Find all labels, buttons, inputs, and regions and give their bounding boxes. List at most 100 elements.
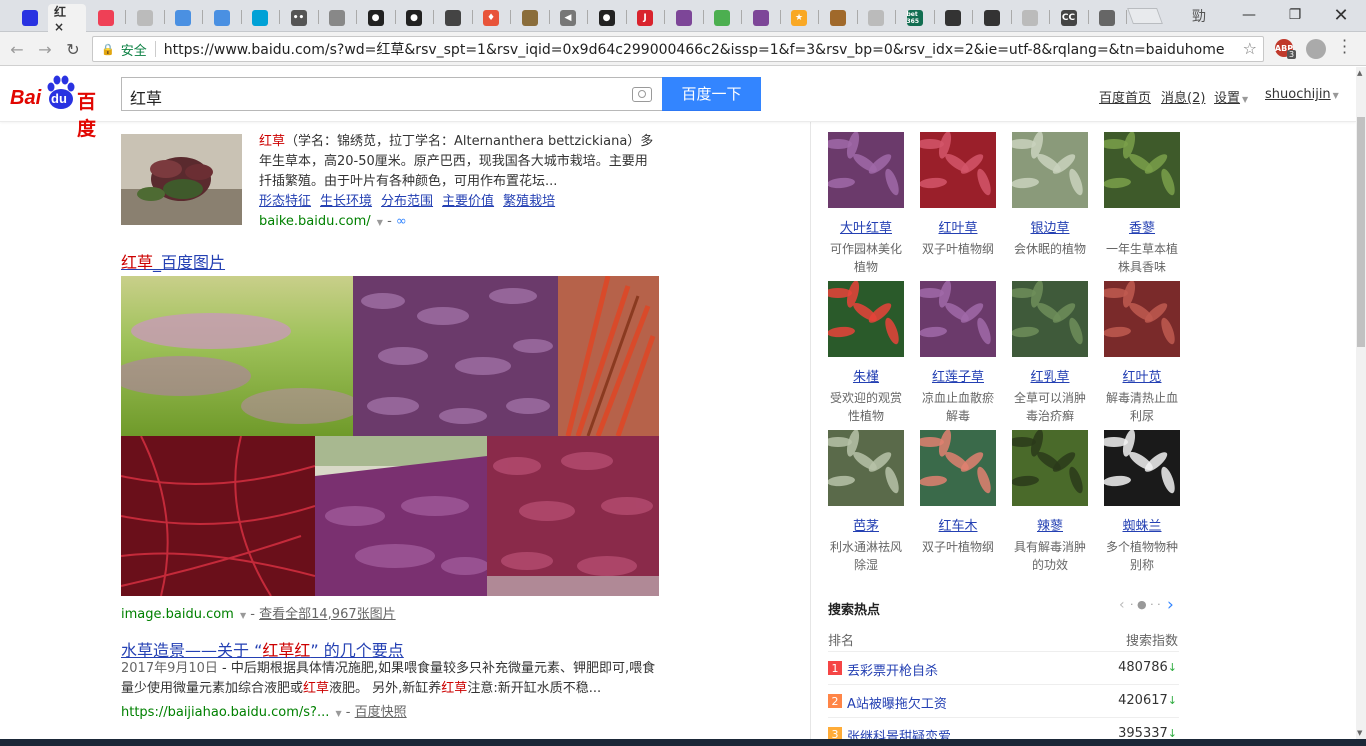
plant-name[interactable]: 红车木 xyxy=(920,515,996,534)
cache-link[interactable]: 百度快照 xyxy=(355,705,407,720)
related-plant-card[interactable]: 大叶红草 可作园林美化植物 xyxy=(824,131,904,276)
plant-image[interactable] xyxy=(1100,280,1180,357)
browser-tab[interactable] xyxy=(202,4,242,32)
result-image[interactable] xyxy=(353,276,558,436)
browser-tab[interactable] xyxy=(741,4,781,32)
baike-sublink[interactable]: 分布范围 xyxy=(381,194,433,209)
settings-link[interactable]: 设置 ▼ xyxy=(1214,87,1248,106)
browser-menu-icon[interactable]: · · · xyxy=(1342,33,1347,61)
hot-search-link[interactable]: A站被曝拖欠工资 xyxy=(847,693,947,712)
hot-search-row[interactable]: 3 张继科景甜疑恋爱 395337↓ xyxy=(828,717,1179,739)
browser-tab[interactable]: ◀ xyxy=(548,4,588,32)
related-plant-card[interactable]: 红车木 双子叶植物纲 xyxy=(916,429,996,556)
search-button[interactable]: 百度一下 xyxy=(662,77,761,111)
browser-tab[interactable]: CC xyxy=(1049,4,1089,32)
plant-name[interactable]: 红莲子草 xyxy=(920,366,996,385)
plant-name[interactable]: 大叶红草 xyxy=(828,217,904,236)
plant-name[interactable]: 辣蓼 xyxy=(1012,515,1088,534)
profile-button[interactable]: 勁 xyxy=(1192,6,1206,26)
page-scrollbar[interactable]: ▲ ▼ xyxy=(1356,67,1366,739)
back-button[interactable]: ← xyxy=(6,38,28,60)
browser-tab[interactable] xyxy=(433,4,473,32)
browser-tab[interactable] xyxy=(933,4,973,32)
plant-image[interactable] xyxy=(1100,131,1180,208)
browser-tab[interactable] xyxy=(125,4,165,32)
browser-tab[interactable]: ● xyxy=(356,4,396,32)
plant-image[interactable] xyxy=(916,429,996,506)
browser-tab[interactable] xyxy=(510,4,550,32)
plant-name[interactable]: 蜘蛛兰 xyxy=(1104,515,1180,534)
browser-tab[interactable]: ● xyxy=(394,4,434,32)
browser-tab[interactable] xyxy=(10,4,50,32)
result-image[interactable] xyxy=(315,436,487,596)
address-bar[interactable]: 🔒 安全 https://www.baidu.com/s?wd=红草&rsv_s… xyxy=(92,36,1264,62)
next-icon[interactable]: › xyxy=(1167,595,1174,615)
close-window-button[interactable]: ✕ xyxy=(1318,0,1364,30)
result-image[interactable] xyxy=(121,436,315,596)
related-plant-card[interactable]: 红叶草 双子叶植物纲 xyxy=(916,131,996,258)
browser-tab[interactable] xyxy=(240,4,280,32)
browser-tab[interactable] xyxy=(856,4,896,32)
plant-name[interactable]: 芭茅 xyxy=(828,515,904,534)
browser-tab[interactable] xyxy=(1087,4,1127,32)
baidu-logo[interactable]: Bai du 百度 xyxy=(10,75,114,140)
browser-tab[interactable]: J xyxy=(625,4,665,32)
search-input[interactable]: 红草 xyxy=(121,77,662,111)
baidu-home-link[interactable]: 百度首页 xyxy=(1099,87,1151,106)
hot-search-link[interactable]: 张继科景甜疑恋爱 xyxy=(847,726,951,739)
plant-image[interactable] xyxy=(916,280,996,357)
browser-tab[interactable] xyxy=(972,4,1012,32)
related-plant-card[interactable]: 红莲子草 凉血止血散瘀解毒 xyxy=(916,280,996,425)
browser-tab[interactable] xyxy=(163,4,203,32)
baike-url[interactable]: baike.baidu.com/ ▼ - ∞ xyxy=(259,214,407,229)
result-image[interactable] xyxy=(121,276,353,436)
url-dropdown-icon[interactable]: ▼ xyxy=(377,218,383,227)
view-all-images-link[interactable]: 查看全部14,967张图片 xyxy=(259,607,396,622)
browser-tab[interactable] xyxy=(86,4,126,32)
minimize-button[interactable]: — xyxy=(1226,0,1272,30)
result-image[interactable] xyxy=(487,436,659,596)
related-plant-card[interactable]: 红叶苋 解毒清热止血利尿 xyxy=(1100,280,1180,425)
baike-sublink[interactable]: 繁殖栽培 xyxy=(503,194,555,209)
prev-icon[interactable]: ‹ xyxy=(1119,597,1125,613)
related-plant-card[interactable]: 红乳草 全草可以消肿毒治疥癣 xyxy=(1008,280,1088,425)
plant-name[interactable]: 红叶苋 xyxy=(1104,366,1180,385)
messages-link[interactable]: 消息(2) xyxy=(1161,87,1205,106)
plant-image[interactable] xyxy=(1008,280,1088,357)
related-plant-card[interactable]: 蜘蛛兰 多个植物物种别称 xyxy=(1100,429,1180,574)
browser-tab[interactable] xyxy=(818,4,858,32)
article-result-title[interactable]: 水草造景——关于 “红草红” 的几个要点 xyxy=(121,637,404,661)
scroll-down-icon[interactable]: ▼ xyxy=(1357,729,1362,737)
plant-image[interactable] xyxy=(824,280,904,357)
plant-name[interactable]: 银边草 xyxy=(1012,217,1088,236)
plant-image[interactable] xyxy=(1100,429,1180,506)
extension-icon[interactable] xyxy=(1306,39,1326,59)
browser-tab[interactable] xyxy=(664,4,704,32)
hot-search-row[interactable]: 1 丢彩票开枪自杀 480786↓ xyxy=(828,651,1179,684)
url-dropdown-icon[interactable]: ▼ xyxy=(240,611,246,620)
browser-tab[interactable] xyxy=(317,4,357,32)
url-dropdown-icon[interactable]: ▼ xyxy=(336,709,342,718)
plant-image[interactable] xyxy=(1008,429,1088,506)
new-tab-button[interactable] xyxy=(1127,8,1163,24)
browser-tab[interactable]: bet 365 xyxy=(895,4,935,32)
restore-button[interactable]: ❐ xyxy=(1272,0,1318,30)
related-plant-card[interactable]: 芭茅 利水通淋祛风除湿 xyxy=(824,429,904,574)
hot-search-link[interactable]: 丢彩票开枪自杀 xyxy=(847,660,938,679)
browser-tab[interactable]: 红 × xyxy=(48,4,86,34)
bookmark-star-icon[interactable]: ☆ xyxy=(1243,39,1257,58)
browser-tab[interactable] xyxy=(1010,4,1050,32)
related-plant-card[interactable]: 香蓼 一年生草本植株具香味 xyxy=(1100,131,1180,276)
browser-tab[interactable]: ♦ xyxy=(471,4,511,32)
plant-image[interactable] xyxy=(824,429,904,506)
plant-name[interactable]: 红乳草 xyxy=(1012,366,1088,385)
scrollbar-thumb[interactable] xyxy=(1357,117,1365,347)
related-plant-card[interactable]: 银边草 会休眠的植物 xyxy=(1008,131,1088,258)
forward-button[interactable]: → xyxy=(34,38,56,60)
image-result-title[interactable]: 红草_百度图片 xyxy=(121,249,225,273)
baike-sublink[interactable]: 形态特征 xyxy=(259,194,311,209)
related-plant-card[interactable]: 朱槿 受欢迎的观赏性植物 xyxy=(824,280,904,425)
related-plant-card[interactable]: 辣蓼 具有解毒消肿的功效 xyxy=(1008,429,1088,574)
browser-tab[interactable] xyxy=(702,4,742,32)
browser-tab[interactable]: ● xyxy=(587,4,627,32)
